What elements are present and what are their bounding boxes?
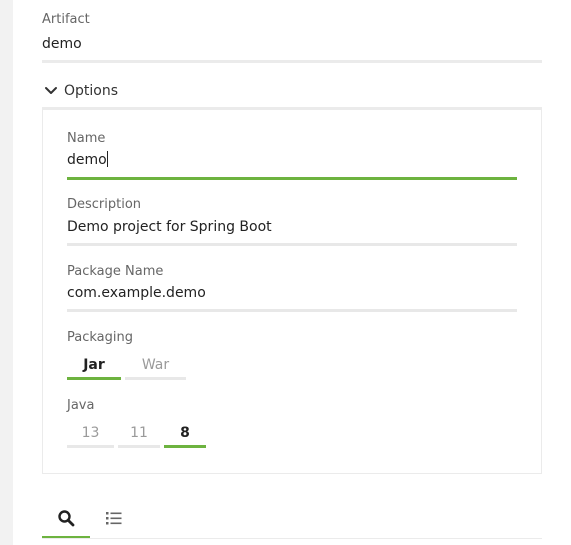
options-toggle-label: Options [64,83,119,99]
java-option-11[interactable]: 11 [118,418,160,448]
description-input-underline [67,243,517,246]
description-label: Description [67,197,142,212]
packaging-option-jar[interactable]: Jar [67,350,121,380]
description-input[interactable]: Demo project for Spring Boot [67,219,272,235]
java-option-8[interactable]: 8 [164,418,206,448]
packaging-option-label: Jar [83,357,105,373]
tab-list[interactable] [92,500,136,536]
packaging-option-label: War [141,357,170,373]
name-label: Name [67,131,106,146]
option-underline [164,445,206,448]
packaging-label: Packaging [67,330,133,345]
name-input-underline [67,177,517,180]
tab-search[interactable] [42,500,90,539]
list-icon [106,512,122,525]
option-underline [118,445,160,448]
artifact-input-underline [42,60,542,63]
artifact-input[interactable]: demo [42,36,82,52]
java-option-13[interactable]: 13 [67,418,114,448]
package-name-label: Package Name [67,264,164,279]
option-underline [67,445,114,448]
name-input[interactable]: demo [67,151,108,168]
java-option-label: 11 [130,425,148,441]
text-caret [106,151,108,167]
packaging-option-war[interactable]: War [125,350,186,380]
chevron-down-icon [45,87,57,94]
option-underline [125,377,186,380]
package-name-input[interactable]: com.example.demo [67,285,206,301]
java-option-label: 8 [180,425,190,441]
option-underline [67,377,121,380]
artifact-label: Artifact [42,12,90,27]
search-icon [58,510,75,527]
name-input-value: demo [67,152,107,168]
options-toggle[interactable]: Options [44,80,118,102]
left-panel-edge [0,0,13,545]
java-option-label: 13 [81,425,100,441]
java-label: Java [67,398,95,413]
package-name-input-underline [67,309,517,312]
tabs-divider [42,538,542,539]
